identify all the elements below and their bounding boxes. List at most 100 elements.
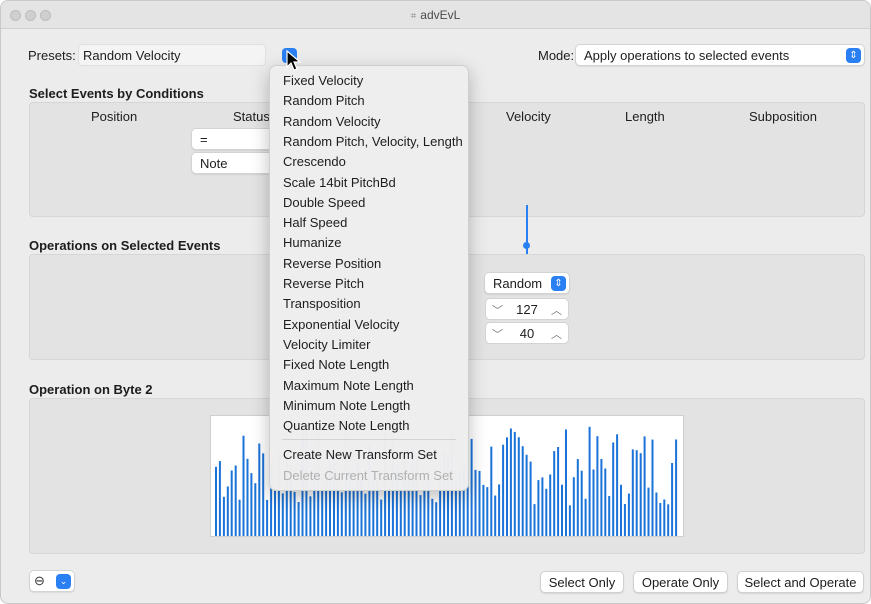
presets-field[interactable]: Random Velocity bbox=[78, 44, 266, 66]
window-doc-icon: ⌗ bbox=[410, 11, 417, 22]
title-bar[interactable]: ⌗ advEvL bbox=[1, 1, 870, 29]
velocity-bar bbox=[572, 477, 575, 536]
menu-item[interactable]: Minimum Note Length bbox=[283, 398, 410, 413]
menu-item[interactable]: Exponential Velocity bbox=[283, 317, 399, 332]
velocity-operation-value: Random bbox=[493, 276, 543, 291]
velocity-bar bbox=[506, 437, 508, 536]
velocity-bar bbox=[246, 458, 249, 536]
velocity-bar bbox=[549, 474, 552, 536]
menu-item[interactable]: Velocity Limiter bbox=[283, 337, 370, 352]
presets-label: Presets: bbox=[28, 48, 76, 63]
menu-item[interactable]: Humanize bbox=[283, 235, 342, 250]
presets-dropdown-menu: Fixed Velocity Random Pitch Random Velocit… bbox=[269, 65, 469, 491]
transform-window: ⌗ advEvL Presets: Random Velocity Mode: A… bbox=[0, 0, 871, 604]
status-operator-value: = bbox=[200, 132, 208, 147]
velocity-bar bbox=[647, 487, 650, 536]
menu-item[interactable]: Crescendo bbox=[283, 154, 346, 169]
column-velocity: Velocity bbox=[506, 109, 551, 124]
velocity-bar bbox=[604, 468, 607, 536]
velocity-bar bbox=[340, 492, 343, 536]
menu-item[interactable]: Reverse Position bbox=[283, 256, 381, 271]
velocity-bar bbox=[545, 488, 548, 536]
velocity-bar bbox=[258, 443, 261, 536]
velocity-bar bbox=[215, 466, 217, 536]
status-operator-popup[interactable]: = bbox=[191, 128, 279, 150]
velocity-bar bbox=[490, 446, 493, 536]
menu-item-create-set[interactable]: Create New Transform Set bbox=[283, 447, 437, 462]
mouse-cursor-icon bbox=[286, 50, 302, 71]
operation-value1-field[interactable]: ﹀ 127 ︿ bbox=[485, 298, 569, 320]
velocity-bar bbox=[423, 488, 426, 536]
velocity-bar bbox=[336, 483, 339, 536]
velocity-bar bbox=[388, 486, 390, 536]
menu-item-delete-set: Delete Current Transform Set bbox=[283, 468, 453, 483]
velocity-bar bbox=[521, 446, 524, 536]
select-only-button[interactable]: Select Only bbox=[540, 571, 624, 593]
menu-item[interactable]: Transposition bbox=[283, 296, 361, 311]
chevron-up-icon[interactable]: ︿ bbox=[551, 302, 562, 318]
velocity-bar bbox=[596, 436, 599, 536]
velocity-bar bbox=[380, 499, 383, 536]
velocity-operation-arrows-icon: ⇕ bbox=[551, 276, 566, 291]
presets-value: Random Velocity bbox=[83, 48, 181, 63]
velocity-bar bbox=[616, 434, 619, 536]
operations-section-title: Operations on Selected Events bbox=[29, 238, 221, 253]
velocity-bar bbox=[659, 503, 662, 536]
velocity-bar bbox=[565, 429, 567, 536]
velocity-bar bbox=[498, 484, 501, 536]
menu-item[interactable]: Random Pitch bbox=[283, 93, 365, 108]
velocity-bar bbox=[482, 484, 485, 536]
menu-item[interactable]: Fixed Note Length bbox=[283, 357, 389, 372]
velocity-bar bbox=[321, 490, 324, 536]
velocity-bar bbox=[517, 437, 520, 536]
operate-only-button[interactable]: Operate Only bbox=[633, 571, 728, 593]
menu-item[interactable]: Reverse Pitch bbox=[283, 276, 364, 291]
column-status: Status bbox=[233, 109, 270, 124]
chevron-up-icon[interactable]: ︿ bbox=[551, 326, 562, 342]
velocity-bar bbox=[274, 487, 276, 536]
action-menu-popup[interactable]: ⊖ ⌄ bbox=[29, 570, 75, 592]
velocity-bar bbox=[218, 461, 221, 536]
menu-item[interactable]: Random Pitch, Velocity, Length bbox=[283, 134, 463, 149]
mode-popup[interactable]: Apply operations to selected events ⇕ bbox=[575, 44, 865, 66]
menu-item[interactable]: Random Velocity bbox=[283, 114, 381, 129]
window-title: ⌗ advEvL bbox=[1, 8, 870, 22]
velocity-bar bbox=[238, 499, 241, 536]
menu-item[interactable]: Scale 14bit PitchBd bbox=[283, 175, 396, 190]
chevron-down-icon: ⌄ bbox=[56, 574, 71, 589]
velocity-bar bbox=[620, 484, 622, 536]
velocity-bar bbox=[435, 502, 438, 536]
velocity-bar bbox=[557, 447, 560, 536]
velocity-bar bbox=[250, 473, 253, 536]
velocity-bar bbox=[419, 495, 422, 536]
velocity-bar bbox=[663, 499, 666, 536]
velocity-bar bbox=[608, 496, 611, 536]
status-value-popup[interactable]: Note bbox=[191, 152, 279, 174]
velocity-bar bbox=[399, 487, 402, 536]
menu-item[interactable]: Quantize Note Length bbox=[283, 418, 409, 433]
mode-popup-arrows-icon: ⇕ bbox=[846, 48, 861, 63]
velocity-bar bbox=[584, 498, 587, 536]
velocity-operation-popup[interactable]: Random ⇕ bbox=[484, 272, 570, 294]
menu-item[interactable]: Fixed Velocity bbox=[283, 73, 363, 88]
velocity-bar bbox=[230, 470, 233, 536]
menu-item[interactable]: Double Speed bbox=[283, 195, 365, 210]
operation-value2-field[interactable]: ﹀ 40 ︿ bbox=[485, 322, 569, 344]
menu-item[interactable]: Half Speed bbox=[283, 215, 347, 230]
velocity-bar bbox=[600, 459, 603, 536]
status-value-text: Note bbox=[200, 156, 228, 171]
velocity-bar bbox=[612, 442, 615, 536]
byte2-section-title: Operation on Byte 2 bbox=[29, 382, 153, 397]
velocity-bar bbox=[651, 439, 654, 536]
velocity-bar bbox=[655, 492, 658, 536]
select-section-title: Select Events by Conditions bbox=[29, 86, 204, 101]
velocity-bar bbox=[242, 435, 245, 536]
velocity-bar bbox=[580, 470, 583, 536]
window-title-text: advEvL bbox=[420, 8, 461, 22]
velocity-bar bbox=[623, 504, 626, 536]
connector-node-icon bbox=[523, 242, 530, 249]
velocity-bar bbox=[667, 504, 670, 536]
select-and-operate-button[interactable]: Select and Operate bbox=[737, 571, 864, 593]
velocity-bar bbox=[431, 498, 434, 536]
menu-item[interactable]: Maximum Note Length bbox=[283, 378, 414, 393]
